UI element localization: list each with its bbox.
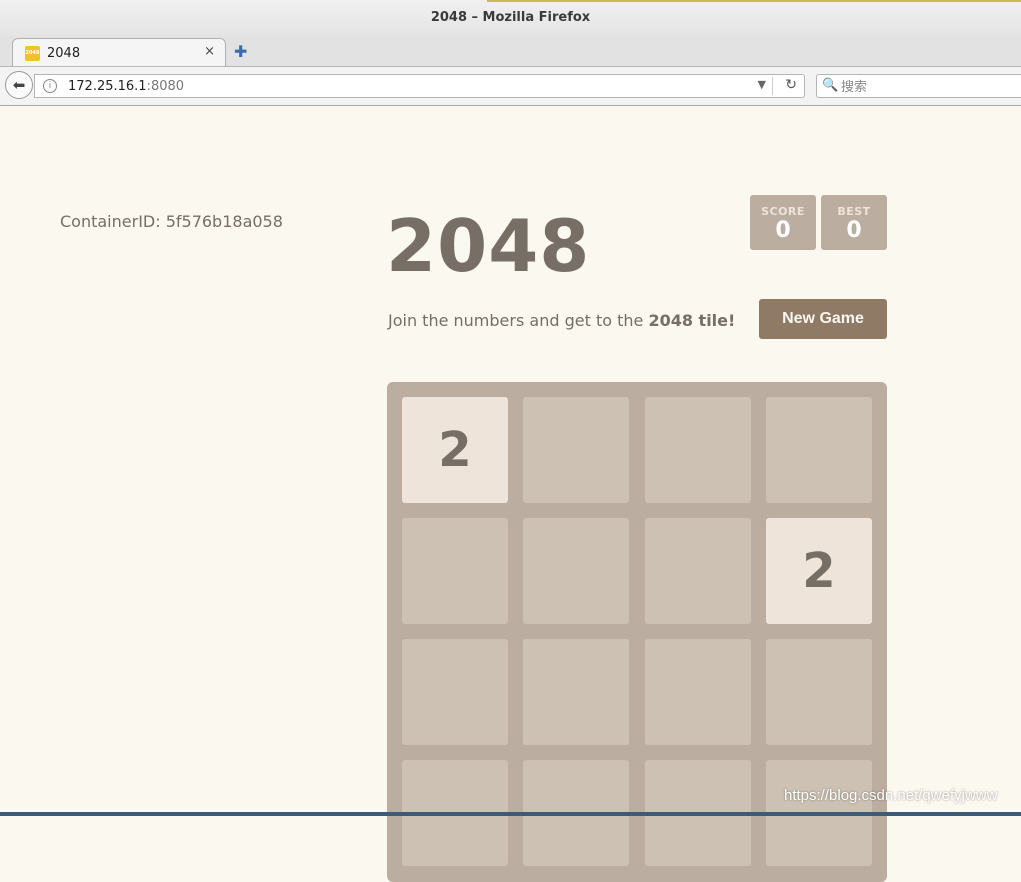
titlebar-accent	[487, 0, 1021, 2]
window-title: 2048 – Mozilla Firefox	[430, 10, 591, 25]
tab-close-icon[interactable]: ×	[204, 44, 215, 59]
grid-cell	[402, 639, 508, 745]
grid-cell	[645, 639, 751, 745]
navigation-bar: ⬅ i 172.25.16.1:8080 ▼ ↻ 🔍	[0, 67, 1021, 106]
best-label: BEST	[837, 205, 871, 218]
score-box: SCORE 0	[750, 195, 816, 250]
game-intro: Join the numbers and get to the 2048 til…	[388, 311, 735, 330]
best-value: 0	[846, 218, 862, 243]
grid-cell	[766, 397, 872, 503]
search-bar[interactable]: 🔍	[816, 74, 1021, 98]
grid-cell	[402, 518, 508, 624]
search-input[interactable]	[839, 77, 1018, 97]
score-label: SCORE	[761, 205, 805, 218]
game-title: 2048	[386, 204, 591, 288]
url-host: 172.25.16.1	[68, 79, 147, 94]
url-port: :8080	[146, 79, 185, 94]
container-id: ContainerID: 5f576b18a058	[60, 212, 283, 231]
reload-icon[interactable]: ↻	[785, 77, 797, 93]
chevron-down-icon[interactable]: ▼	[758, 78, 766, 91]
search-icon: 🔍	[822, 78, 839, 93]
grid-cell	[645, 397, 751, 503]
url-divider	[772, 77, 773, 95]
grid-cell	[766, 639, 872, 745]
url-text: 172.25.16.1:8080	[68, 79, 184, 94]
info-icon[interactable]: i	[43, 79, 57, 93]
new-tab-icon[interactable]: ✚	[234, 42, 247, 61]
score-value: 0	[775, 218, 791, 243]
favicon-icon: 2048	[25, 46, 40, 61]
tab-label: 2048	[47, 46, 81, 61]
grid-cell	[645, 518, 751, 624]
tile-2: 2	[766, 518, 872, 624]
grid-cell	[523, 397, 629, 503]
new-game-button[interactable]: New Game	[759, 299, 887, 339]
tab-2048[interactable]: 2048 2048 ×	[12, 38, 226, 66]
watermark: https://blog.csdn.net/qwefyjwww	[784, 787, 998, 804]
grid-cell	[523, 518, 629, 624]
best-box: BEST 0	[821, 195, 887, 250]
tile-2: 2	[402, 397, 508, 503]
tab-strip: 2048 2048 ×	[0, 36, 1021, 67]
intro-bold: 2048 tile!	[648, 311, 736, 330]
window-titlebar: 2048 – Mozilla Firefox	[0, 0, 1021, 36]
url-bar[interactable]: i 172.25.16.1:8080 ▼ ↻	[34, 74, 805, 98]
back-arrow-icon: ⬅	[12, 76, 26, 94]
taskbar-edge	[0, 812, 1021, 816]
game-board[interactable]: 2 2	[387, 382, 887, 882]
back-button[interactable]: ⬅	[5, 71, 33, 99]
grid-cell	[523, 639, 629, 745]
intro-text: Join the numbers and get to the	[388, 311, 649, 330]
